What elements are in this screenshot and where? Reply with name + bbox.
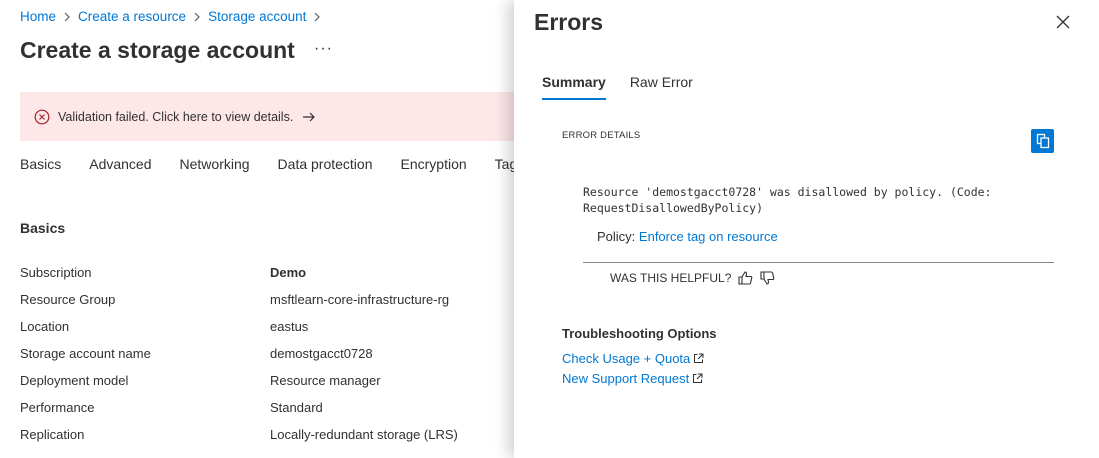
create-storage-page: Home Create a resource Storage account C… (0, 0, 514, 458)
policy-label: Policy: (597, 229, 636, 244)
banner-message: Validation failed. Click here to view de… (58, 109, 294, 124)
row-label: Replication (20, 427, 85, 442)
tab-basics[interactable]: Basics (20, 156, 61, 172)
policy-link[interactable]: Enforce tag on resource (639, 229, 778, 244)
validation-failed-banner[interactable]: Validation failed. Click here to view de… (20, 92, 514, 141)
row-value: eastus (270, 319, 309, 334)
summary-row: Performance Standard (20, 394, 514, 421)
error-message: Resource 'demostgacct0728' was disallowe… (583, 185, 992, 215)
panel-title: Errors (534, 9, 604, 35)
copy-icon (1036, 133, 1050, 149)
breadcrumb-create-resource[interactable]: Create a resource (78, 9, 186, 24)
row-value: Locally-redundant storage (LRS) (270, 427, 458, 442)
section-title: Basics (20, 220, 66, 236)
helpful-label: WAS THIS HELPFUL? (610, 271, 732, 285)
wizard-tabs: Basics Advanced Networking Data protecti… (20, 156, 514, 172)
error-circle-icon (34, 109, 50, 125)
more-options-button[interactable]: ··· (314, 40, 333, 58)
summary-row: Replication Locally-redundant storage (L… (20, 421, 514, 448)
close-button[interactable] (1055, 14, 1071, 30)
summary-row: Deployment model Resource manager (20, 367, 514, 394)
chevron-right-icon (63, 12, 71, 22)
page-title: Create a storage account (20, 37, 295, 63)
close-icon (1056, 15, 1070, 29)
chevron-right-icon (313, 12, 321, 22)
row-label: Resource Group (20, 292, 116, 307)
row-label: Performance (20, 400, 95, 415)
chevron-right-icon (193, 12, 201, 22)
external-link-icon (692, 373, 703, 384)
link-label: New Support Request (562, 371, 690, 386)
link-label: Check Usage + Quota (562, 351, 691, 366)
row-label: Storage account name (20, 346, 151, 361)
summary-row: Location eastus (20, 313, 514, 340)
troubleshooting-title: Troubleshooting Options (562, 326, 717, 341)
tab-raw-error[interactable]: Raw Error (630, 74, 693, 100)
summary-row: Storage account name demostgacct0728 (20, 340, 514, 367)
copy-button[interactable] (1031, 129, 1054, 153)
tab-summary[interactable]: Summary (542, 74, 606, 100)
feedback-row: WAS THIS HELPFUL? (610, 271, 775, 285)
breadcrumb-storage-account[interactable]: Storage account (208, 9, 306, 24)
row-label: Subscription (20, 265, 92, 280)
summary-list: Subscription Demo Resource Group msftlea… (20, 259, 514, 448)
breadcrumb: Home Create a resource Storage account (20, 9, 328, 24)
row-value: msftlearn-core-infrastructure-rg (270, 292, 450, 307)
tab-encryption[interactable]: Encryption (401, 156, 467, 172)
check-usage-quota-link[interactable]: Check Usage + Quota (562, 351, 704, 366)
thumbs-down-icon[interactable] (760, 271, 775, 285)
tab-advanced[interactable]: Advanced (89, 156, 151, 172)
tab-networking[interactable]: Networking (180, 156, 250, 172)
errors-tabs: Summary Raw Error (542, 74, 717, 100)
summary-row: Subscription Demo (20, 259, 514, 286)
errors-panel: Errors Summary Raw Error ERROR DETAILS R… (514, 0, 1099, 458)
tab-tags[interactable]: Tag (495, 156, 514, 172)
arrow-right-icon (302, 111, 316, 123)
new-support-request-link[interactable]: New Support Request (562, 371, 703, 386)
row-value: Standard (270, 400, 323, 415)
error-details-label: ERROR DETAILS (562, 130, 641, 141)
row-value: demostgacct0728 (270, 346, 373, 361)
tab-data-protection[interactable]: Data protection (278, 156, 373, 172)
thumbs-up-icon[interactable] (738, 271, 753, 285)
row-value: Resource manager (270, 373, 381, 388)
row-label: Deployment model (20, 373, 129, 388)
breadcrumb-home[interactable]: Home (20, 9, 56, 24)
policy-line: Policy: Enforce tag on resource (597, 229, 778, 244)
row-value: Demo (270, 265, 307, 280)
summary-row: Resource Group msftlearn-core-infrastruc… (20, 286, 514, 313)
external-link-icon (693, 353, 704, 364)
row-label: Location (20, 319, 70, 334)
divider (583, 262, 1054, 263)
